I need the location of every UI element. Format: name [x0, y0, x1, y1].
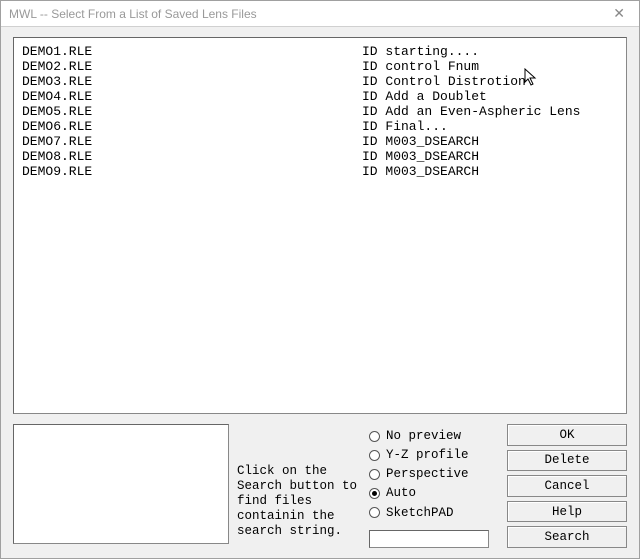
list-item[interactable]: DEMO2.RLEID control Fnum — [22, 59, 618, 74]
list-item[interactable]: DEMO9.RLEID M003_DSEARCH — [22, 164, 618, 179]
list-item[interactable]: DEMO4.RLEID Add a Doublet — [22, 89, 618, 104]
bottom-panel: Click on the Search button to find files… — [13, 422, 627, 548]
preview-mode-group: No preview Y-Z profile Perspective Auto Sket… — [369, 422, 499, 548]
file-name: DEMO3.RLE — [22, 74, 362, 89]
file-name: DEMO5.RLE — [22, 104, 362, 119]
dialog-body: DEMO1.RLEID starting....DEMO2.RLEID cont… — [1, 27, 639, 558]
window-title: MWL -- Select From a List of Saved Lens … — [9, 7, 257, 21]
preview-mode-option[interactable]: No preview — [369, 428, 499, 444]
delete-button[interactable]: Delete — [507, 450, 627, 472]
ok-button[interactable]: OK — [507, 424, 627, 446]
cancel-button[interactable]: Cancel — [507, 475, 627, 497]
radio-icon — [369, 450, 380, 461]
titlebar: MWL -- Select From a List of Saved Lens … — [1, 1, 639, 27]
file-description: ID Control Distrotion — [362, 74, 618, 89]
help-button[interactable]: Help — [507, 501, 627, 523]
radio-icon — [369, 431, 380, 442]
button-column: OK Delete Cancel Help Search — [507, 422, 627, 548]
file-description: ID M003_DSEARCH — [362, 149, 618, 164]
list-item[interactable]: DEMO1.RLEID starting.... — [22, 44, 618, 59]
radio-icon — [369, 488, 380, 499]
file-description: ID M003_DSEARCH — [362, 164, 618, 179]
search-input[interactable] — [369, 530, 489, 548]
list-item[interactable]: DEMO7.RLEID M003_DSEARCH — [22, 134, 618, 149]
radio-label: Perspective — [386, 467, 469, 481]
preview-mode-option[interactable]: Y-Z profile — [369, 447, 499, 463]
preview-mode-option[interactable]: Auto — [369, 485, 499, 501]
radio-label: SketchPAD — [386, 506, 454, 520]
list-item[interactable]: DEMO8.RLEID M003_DSEARCH — [22, 149, 618, 164]
preview-mode-option[interactable]: SketchPAD — [369, 505, 499, 521]
dialog-window: MWL -- Select From a List of Saved Lens … — [0, 0, 640, 559]
preview-box — [13, 424, 229, 544]
file-description: ID Add a Doublet — [362, 89, 618, 104]
radio-label: Auto — [386, 486, 416, 500]
radio-icon — [369, 469, 380, 480]
file-list[interactable]: DEMO1.RLEID starting....DEMO2.RLEID cont… — [13, 37, 627, 414]
file-name: DEMO1.RLE — [22, 44, 362, 59]
file-name: DEMO9.RLE — [22, 164, 362, 179]
file-name: DEMO2.RLE — [22, 59, 362, 74]
search-button[interactable]: Search — [507, 526, 627, 548]
file-name: DEMO7.RLE — [22, 134, 362, 149]
file-description: ID M003_DSEARCH — [362, 134, 618, 149]
close-icon[interactable]: ✕ — [607, 5, 631, 22]
radio-icon — [369, 507, 380, 518]
list-item[interactable]: DEMO5.RLEID Add an Even-Aspheric Lens — [22, 104, 618, 119]
file-description: ID control Fnum — [362, 59, 618, 74]
list-item[interactable]: DEMO6.RLEID Final... — [22, 119, 618, 134]
preview-mode-option[interactable]: Perspective — [369, 466, 499, 482]
file-description: ID Add an Even-Aspheric Lens — [362, 104, 618, 119]
radio-label: Y-Z profile — [386, 448, 469, 462]
file-name: DEMO8.RLE — [22, 149, 362, 164]
radio-label: No preview — [386, 429, 461, 443]
list-item[interactable]: DEMO3.RLEID Control Distrotion — [22, 74, 618, 89]
file-description: ID Final... — [362, 119, 618, 134]
file-name: DEMO4.RLE — [22, 89, 362, 104]
hint-text: Click on the Search button to find files… — [237, 422, 361, 548]
file-name: DEMO6.RLE — [22, 119, 362, 134]
file-description: ID starting.... — [362, 44, 618, 59]
